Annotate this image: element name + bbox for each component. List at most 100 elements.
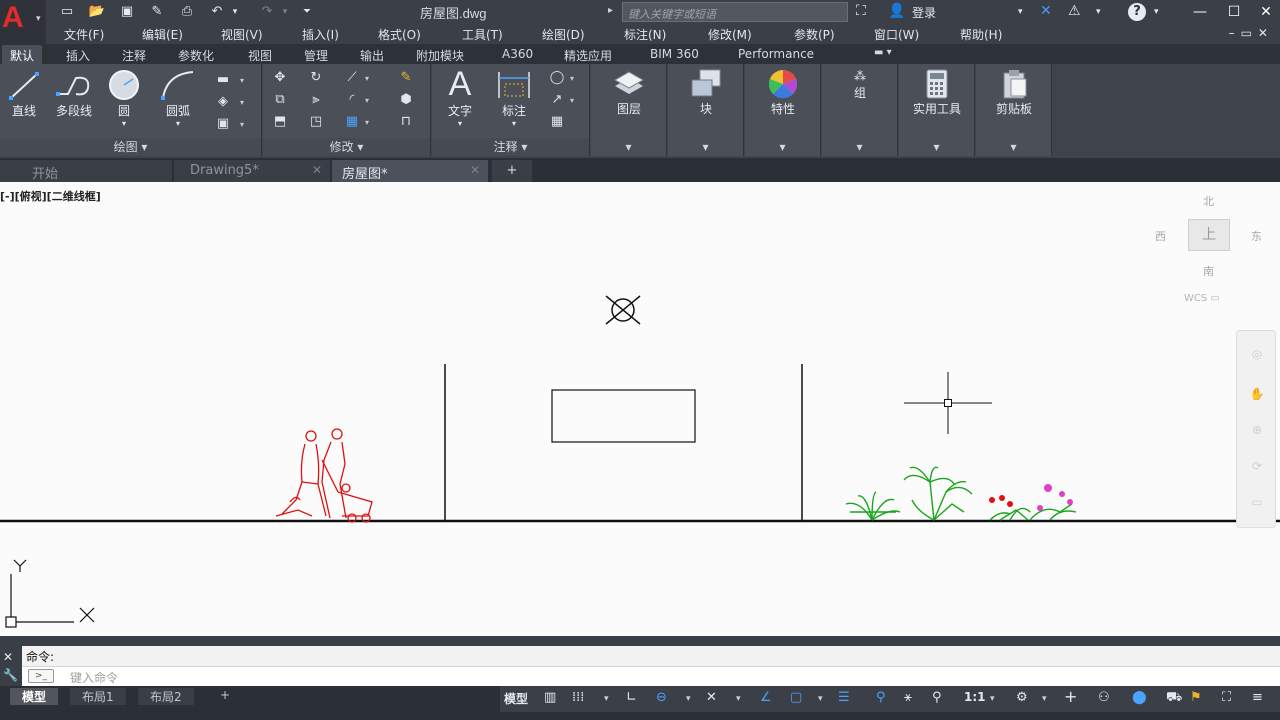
groups-expand-icon[interactable]: ▾ [822,138,897,156]
redo-icon[interactable]: ↷ [258,4,276,20]
undo-icon[interactable]: ↶ [208,4,226,20]
tab-featured-apps[interactable]: 精选应用 [556,45,620,64]
panel-annotation-title[interactable]: 注释 ▾ [432,138,589,156]
snap-icon[interactable]: ⁞⁞⁞ [572,690,584,705]
circle-dropdown-icon[interactable]: ▾ [104,119,144,128]
maximize-button[interactable]: ☐ [1220,2,1248,22]
viewcube-west[interactable]: 西 [1155,228,1166,244]
login-dropdown-icon[interactable]: ▾ [1018,7,1023,17]
arc-button[interactable]: 圆弧 ▾ [156,68,200,128]
annotation-visibility-icon[interactable]: ⚲ [876,690,886,705]
customize-toolbar-icon[interactable]: ⏷ [298,4,316,20]
text-button[interactable]: A 文字 ▾ [440,66,480,128]
tab-output[interactable]: 输出 [352,45,392,64]
leader-dropdown-icon[interactable]: ▾ [570,74,574,83]
panel-properties[interactable]: 特性 ▾ [745,64,821,156]
menu-dimension[interactable]: 标注(N) [624,26,666,43]
save-icon[interactable]: ▣ [118,4,136,20]
undo-dropdown-icon[interactable]: ▾ [226,4,244,20]
close-tab-icon[interactable]: ✕ [312,163,322,177]
tab-insert[interactable]: 插入 [58,45,98,64]
polyline-button[interactable]: 多段线 [50,68,98,119]
text-dropdown-icon[interactable]: ▾ [440,119,480,128]
a360-icon[interactable]: ⚠ [1068,3,1081,19]
polar-dropdown-icon[interactable]: ▾ [686,694,691,704]
redo-dropdown-icon[interactable]: ▾ [276,4,294,20]
clean-screen-icon[interactable]: ⚑ [1190,690,1202,705]
new-tab-button[interactable]: + [492,160,532,182]
arc-dropdown-icon[interactable]: ▾ [156,119,200,128]
model-space-button[interactable]: 模型 [504,690,528,707]
orbit-icon[interactable]: ⟳ [1247,459,1267,477]
isolate-objects-icon[interactable]: ⬤ [1132,690,1147,705]
tab-home[interactable]: 默认 [2,45,43,64]
object-snap-icon[interactable]: ▢ [790,690,802,705]
multileader-icon[interactable]: ↗ [546,90,568,110]
utilities-button[interactable]: 实用工具 [903,68,971,117]
help-dropdown-icon[interactable]: ▾ [1154,7,1159,17]
layers-expand-icon[interactable]: ▾ [591,138,666,156]
array-icon[interactable]: ▦ [341,112,363,132]
circle-button[interactable]: 圆 ▾ [104,68,144,128]
close-tab-icon[interactable]: ✕ [470,163,480,177]
full-screen-icon[interactable]: ⛶ [1222,690,1231,705]
tab-performance[interactable]: Performance [730,45,822,64]
tab-layout2[interactable]: 布局2 [138,688,194,705]
new-file-icon[interactable]: ▭ [58,4,76,20]
utilities-expand-icon[interactable]: ▾ [899,138,974,156]
panel-layers[interactable]: 图层 ▾ [591,64,667,156]
add-layout-button[interactable]: + [208,688,242,705]
tab-annotate[interactable]: 注释 [114,45,154,64]
minimize-button[interactable]: — [1186,2,1214,22]
trim-dropdown-icon[interactable]: ▾ [365,74,369,83]
customization-menu-icon[interactable]: ≡ [1252,690,1263,705]
drawing-canvas[interactable]: [-][俯视][二维线框] 北 西 东 南 上 WCS ▭ ◎ ✋ ⊕ ⟳ ▭ [0,182,1280,636]
menu-view[interactable]: 视图(V) [221,26,263,43]
tab-a360[interactable]: A360 [494,45,541,64]
ribbon-options-icon[interactable]: ▬ ▾ [866,45,900,64]
object-snap-tracking-icon[interactable]: ∠ [760,690,772,705]
close-command-line-icon[interactable]: ✕ [3,650,13,664]
object-snap-dropdown-icon[interactable]: ▾ [818,694,823,704]
menu-window[interactable]: 窗口(W) [874,26,919,43]
clipboard-expand-icon[interactable]: ▾ [976,138,1051,156]
a360-dropdown-icon[interactable]: ▾ [1096,7,1101,17]
mirror-icon[interactable]: ⫸ [305,90,327,110]
rectangle-dropdown-icon[interactable]: ▾ [240,76,244,85]
erase-icon[interactable]: ✎ [395,68,417,88]
dimension-dropdown-icon[interactable]: ▾ [492,119,536,128]
polar-tracking-icon[interactable]: ⊖ [656,690,667,705]
array-dropdown-icon[interactable]: ▾ [365,118,369,127]
grid-icon[interactable]: ▥ [544,690,556,705]
menu-insert[interactable]: 插入(I) [302,26,339,43]
menu-help[interactable]: 帮助(H) [960,26,1002,43]
menu-draw[interactable]: 绘图(D) [542,26,585,43]
line-button[interactable]: 直线 [4,68,44,119]
menu-file[interactable]: 文件(F) [64,26,104,43]
help-icon[interactable]: ? [1128,3,1146,21]
units-icon[interactable]: ⚇ [1098,690,1110,705]
fillet-icon[interactable]: ◜ [341,90,363,110]
panel-utilities[interactable]: 实用工具 ▾ [899,64,975,156]
panel-block[interactable]: 块 ▾ [668,64,744,156]
tab-manage[interactable]: 管理 [296,45,336,64]
viewcube-east[interactable]: 东 [1251,228,1262,244]
command-prompt-icon[interactable]: >_ [28,669,54,683]
annotation-scale-icon[interactable]: ⚲ [932,690,942,705]
tab-house[interactable]: 房屋图* ✕ [332,160,488,182]
tab-bim360[interactable]: BIM 360 [642,45,707,64]
isodraft-dropdown-icon[interactable]: ▾ [736,694,741,704]
tab-view[interactable]: 视图 [240,45,280,64]
menu-format[interactable]: 格式(O) [378,26,421,43]
clipboard-button[interactable]: 剪贴板 [980,68,1048,117]
tab-start[interactable]: 开始 [0,160,172,182]
binoculars-icon[interactable]: ⛶ [856,3,866,19]
viewcube-south[interactable]: 南 [1203,263,1214,279]
tab-layout1[interactable]: 布局1 [70,688,126,705]
steering-wheel-icon[interactable]: ◎ [1247,347,1267,365]
block-button[interactable]: 块 [678,68,734,117]
scale-icon[interactable]: ◳ [305,112,327,132]
tab-drawing5[interactable]: Drawing5* ✕ [174,160,330,182]
customize-command-icon[interactable]: 🔧 [3,668,18,682]
exchange-apps-icon[interactable]: ✕ [1040,3,1052,19]
